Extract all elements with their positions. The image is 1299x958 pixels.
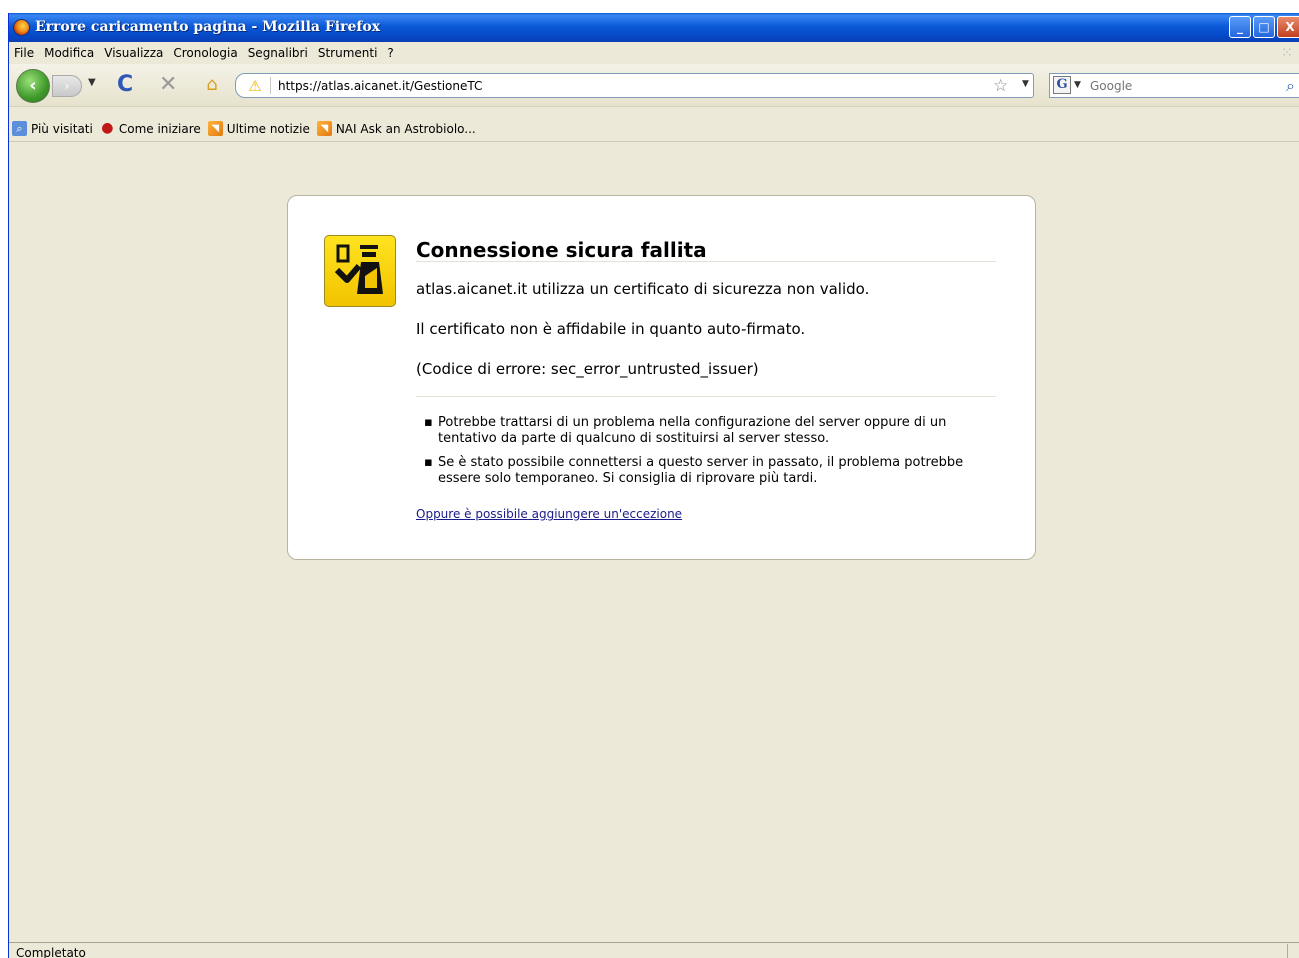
navigation-toolbar: ‹ › ▼ C ✕ ⌂ ⚠ ☆ ▼ G ▼ ⌕ [9, 64, 1299, 107]
url-divider [270, 77, 271, 94]
minimize-button[interactable]: _ [1229, 16, 1251, 38]
error-reason: Il certificato non è affidabile in quant… [416, 320, 806, 338]
search-input[interactable] [1090, 77, 1270, 95]
url-input[interactable] [278, 77, 958, 95]
title-bar[interactable]: Errore caricamento pagina - Mozilla Fire… [9, 13, 1299, 42]
forward-arrow-icon: › [64, 79, 70, 93]
menu-visualizza[interactable]: Visualizza [104, 46, 163, 60]
search-icon: ⌕ [12, 121, 27, 136]
rss-icon: ◥ [316, 121, 332, 136]
back-arrow-icon: ‹ [29, 75, 37, 96]
reload-icon[interactable]: C [117, 72, 133, 97]
menu-cronologia[interactable]: Cronologia [173, 46, 237, 60]
home-icon[interactable]: ⌂ [201, 74, 223, 96]
bullet-icon: ▪ [424, 455, 433, 470]
search-icon[interactable]: ⌕ [1286, 76, 1295, 96]
menu-help[interactable]: ? [387, 46, 393, 60]
bookmarks-toolbar: ⌕ Più visitati ● Come iniziare ◥ Ultime … [9, 117, 1299, 140]
firefox-logo-icon [13, 19, 30, 36]
back-button[interactable]: ‹ [16, 69, 50, 103]
error-description: atlas.aicanet.it utilizza un certificato… [416, 280, 870, 298]
bookmark-star-icon[interactable]: ☆ [993, 76, 1008, 96]
section-divider [416, 396, 996, 397]
status-text: Completato [16, 946, 86, 958]
security-officer-icon [324, 235, 396, 307]
error-code: (Codice di errore: sec_error_untrusted_i… [416, 360, 759, 378]
error-title: Connessione sicura fallita [416, 238, 707, 262]
bookmark-ultime-notizie[interactable]: ◥ Ultime notizie [207, 121, 310, 136]
status-grip [1287, 944, 1288, 958]
warning-icon: ⚠ [248, 77, 262, 95]
search-box[interactable]: G ▼ ⌕ [1049, 73, 1299, 98]
error-panel: Connessione sicura fallita atlas.aicanet… [287, 195, 1036, 560]
throbber-icon: ⁙ [1281, 45, 1293, 61]
menu-bar: File Modifica Visualizza Cronologia Segn… [9, 42, 1299, 64]
status-bar: Completato [9, 942, 1299, 958]
stop-icon[interactable]: ✕ [159, 72, 177, 97]
browser-window: Errore caricamento pagina - Mozilla Fire… [8, 13, 1299, 958]
content-separator [9, 141, 1299, 142]
menu-segnalibri[interactable]: Segnalibri [248, 46, 308, 60]
forward-button[interactable]: › [52, 75, 82, 97]
close-button[interactable]: X [1277, 16, 1299, 38]
url-dropdown-icon[interactable]: ▼ [1022, 79, 1029, 89]
maximize-button[interactable]: □ [1253, 16, 1275, 38]
bullet-icon: ▪ [424, 415, 433, 430]
history-dropdown-icon[interactable]: ▼ [88, 77, 96, 88]
rss-icon: ◥ [207, 121, 223, 136]
google-engine-icon[interactable]: G [1053, 76, 1071, 94]
menu-modifica[interactable]: Modifica [44, 46, 94, 60]
bookmark-piu-visitati[interactable]: ⌕ Più visitati [12, 121, 93, 136]
bookmark-come-iniziare[interactable]: ● Come iniziare [100, 121, 201, 136]
engine-dropdown-icon[interactable]: ▼ [1074, 80, 1081, 90]
title-divider [416, 261, 996, 262]
address-bar[interactable]: ⚠ ☆ ▼ [235, 73, 1034, 98]
menu-strumenti[interactable]: Strumenti [318, 46, 378, 60]
add-exception-link[interactable]: Oppure è possibile aggiungere un'eccezio… [416, 507, 682, 521]
window-title: Errore caricamento pagina - Mozilla Fire… [35, 19, 381, 35]
firefox-bookmark-icon: ● [101, 120, 114, 136]
menu-file[interactable]: File [14, 46, 34, 60]
bookmark-nai-ask[interactable]: ◥ NAI Ask an Astrobiolo... [316, 121, 476, 136]
